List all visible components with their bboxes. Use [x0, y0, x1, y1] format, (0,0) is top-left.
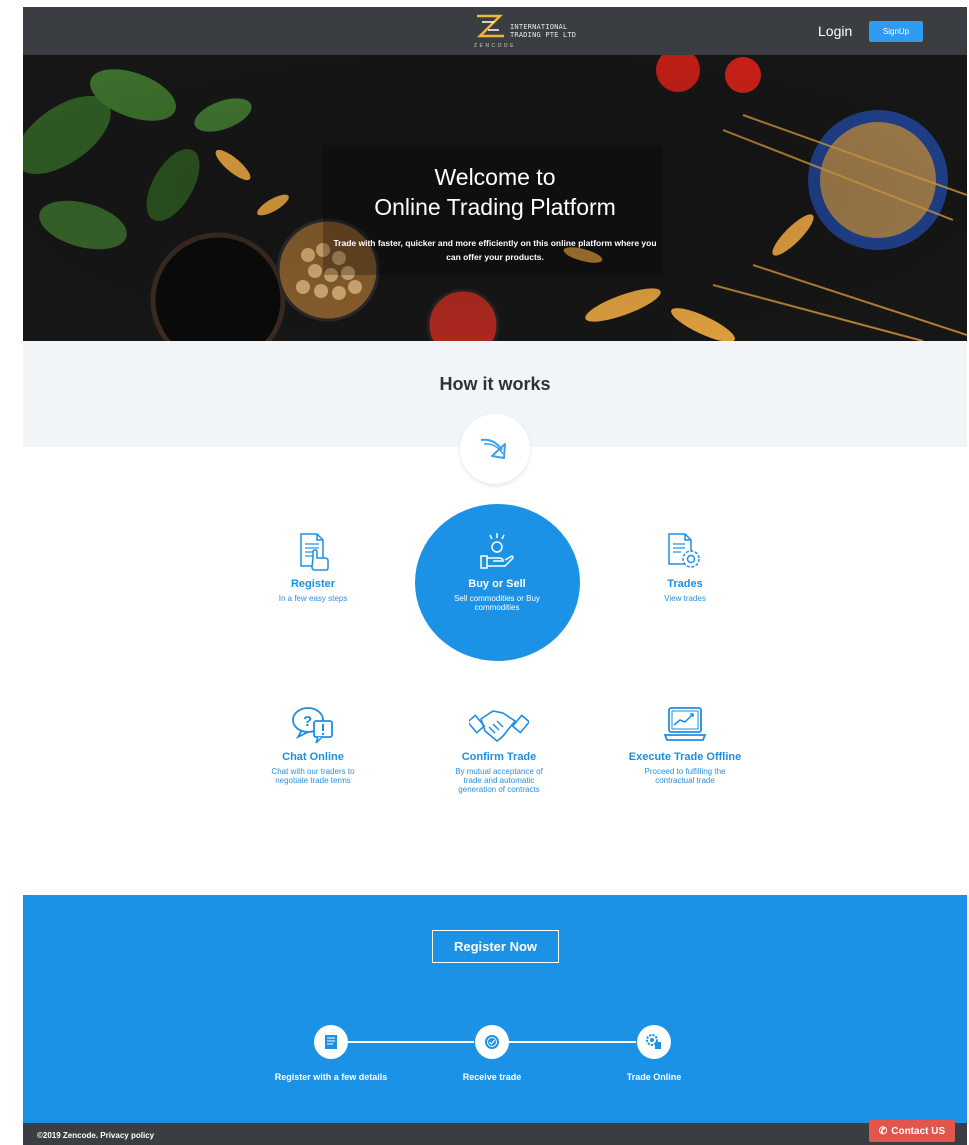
hero-subtitle: Trade with faster, quicker and more effi… [333, 238, 657, 262]
hero-banner: Welcome to Online Trading Platform Trade… [23, 55, 967, 341]
feature-register[interactable]: Register In a few easy steps [233, 532, 393, 603]
feature-title: Register [290, 578, 336, 590]
top-navbar: INTERNATIONAL TRADING PTE LTD ZENCODE Lo… [23, 7, 967, 55]
step-2-label: Receive trade [462, 1072, 522, 1082]
feature-title: Execute Trade Offline [628, 751, 742, 763]
form-icon [325, 1035, 337, 1049]
gear-dollar-icon [646, 1034, 661, 1049]
feature-description: Sell commodities or Buy commodities [454, 594, 540, 612]
feature-title: Confirm Trade [461, 751, 537, 763]
logo-line-2: TRADING PTE LTD [510, 31, 577, 39]
handshake-icon [469, 710, 529, 742]
phone-icon: ✆ [878, 1125, 888, 1137]
register-cta-section: Register Now Register with a few details… [23, 895, 967, 1123]
feature-description: Proceed to fulfilling the contractual tr… [644, 767, 726, 785]
step-connector-line [348, 1041, 474, 1043]
feature-trades[interactable]: Trades View trades [605, 532, 765, 603]
arrow-down-right-icon [480, 438, 506, 459]
copyright-text[interactable]: ©2019 Zencode. Privacy policy [37, 1131, 154, 1140]
step-3-label: Trade Online [626, 1072, 682, 1082]
feature-buy-or-sell[interactable]: Buy or Sell Sell commodities or Buy comm… [417, 532, 577, 612]
register-now-button[interactable]: Register Now [432, 930, 559, 963]
logo-company-name: INTERNATIONAL TRADING PTE LTD [510, 23, 576, 39]
page: INTERNATIONAL TRADING PTE LTD ZENCODE Lo… [0, 0, 969, 1145]
logo-brand: ZENCODE [474, 43, 516, 49]
login-link[interactable]: Login [818, 23, 852, 39]
hero-title-line-1: Welcome to [434, 164, 556, 190]
logo-line-1: INTERNATIONAL [510, 23, 568, 31]
feature-chat-online[interactable]: ? Chat Online Chat with our traders to n… [233, 705, 393, 785]
step-2-circle [475, 1025, 509, 1059]
step-3-circle [637, 1025, 671, 1059]
zencode-logo[interactable]: INTERNATIONAL TRADING PTE LTD ZENCODE [470, 11, 600, 53]
step-1-circle [314, 1025, 348, 1059]
badge-check-icon [485, 1035, 499, 1049]
document-hand-icon [300, 533, 329, 571]
svg-text:?: ? [303, 713, 312, 730]
chat-question-icon: ? [292, 707, 333, 744]
hero-title-line-2: Online Trading Platform [374, 194, 616, 220]
feature-description: View trades [664, 594, 706, 603]
z-logo-icon [476, 14, 504, 38]
signup-button[interactable]: SignUp [869, 21, 923, 42]
feature-title: Buy or Sell [468, 578, 526, 590]
scroll-down-button[interactable] [460, 414, 530, 484]
feature-description: By mutual acceptance of trade and automa… [455, 767, 543, 794]
laptop-chart-icon [663, 707, 707, 741]
feature-title: Trades [667, 578, 703, 590]
how-it-works-title: How it works [439, 374, 551, 394]
feature-title: Chat Online [282, 751, 344, 763]
step-1-label: Register with a few details [274, 1072, 388, 1082]
footer: ©2019 Zencode. Privacy policy ✆ Contact … [23, 1120, 967, 1145]
contact-us-label: Contact US [891, 1125, 946, 1137]
feature-confirm-trade[interactable]: Confirm Trade By mutual acceptance of tr… [419, 705, 579, 794]
step-connector-line [509, 1041, 636, 1043]
feature-execute-trade-offline[interactable]: Execute Trade Offline Proceed to fulfill… [605, 705, 765, 785]
document-gear-icon [668, 533, 700, 568]
contact-us-button[interactable]: ✆ Contact US [869, 1120, 955, 1142]
hand-offer-icon [480, 533, 514, 569]
feature-description: In a few easy steps [278, 594, 348, 603]
feature-description: Chat with our traders to negotiate trade… [271, 767, 355, 785]
